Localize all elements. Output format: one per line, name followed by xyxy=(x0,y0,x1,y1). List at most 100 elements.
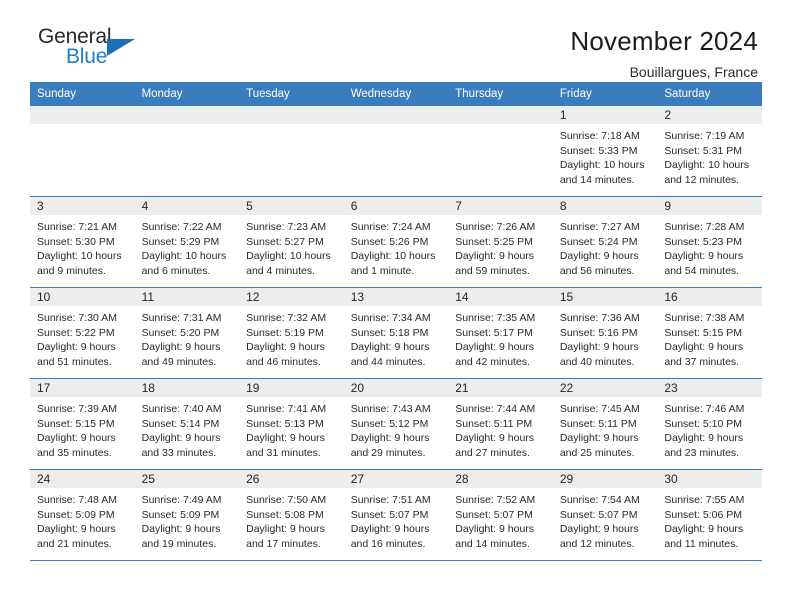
sunset-time: Sunset: 5:30 PM xyxy=(37,235,115,248)
daylight-duration-line1: Daylight: 9 hours xyxy=(141,432,221,445)
calendar-day-cell[interactable]: 6 Sunrise: 7:24 AM Sunset: 5:26 PM Daylight… xyxy=(343,196,449,288)
daylight-duration-line1: Daylight: 9 hours xyxy=(37,523,116,536)
sunset-time: Sunset: 5:09 PM xyxy=(37,508,115,521)
calendar-day-cell[interactable]: 3 Sunrise: 7:21 AM Sunset: 5:30 PM Daylight… xyxy=(30,196,135,288)
daylight-duration-line1: Daylight: 9 hours xyxy=(455,341,535,354)
calendar-day-cell[interactable]: 25 Sunrise: 7:49 AM Sunset: 5:09 PM Dayligh… xyxy=(134,469,240,561)
sunrise-time: Sunrise: 7:36 AM xyxy=(559,312,640,324)
day-number: 7 xyxy=(448,197,553,215)
daylight-duration-line1: Daylight: 9 hours xyxy=(37,432,116,445)
day-sun-info: Sunrise: 7:30 AM Sunset: 5:22 PM Daylight:… xyxy=(30,306,135,369)
calendar-day-cell[interactable]: 10 Sunrise: 7:30 AM Sunset: 5:22 PM Dayligh… xyxy=(30,287,135,379)
day-number: 26 xyxy=(239,470,344,488)
sunrise-time: Sunrise: 7:30 AM xyxy=(37,312,117,324)
day-number xyxy=(448,106,553,124)
daylight-duration-line1: Daylight: 9 hours xyxy=(246,432,325,445)
day-number: 18 xyxy=(134,379,240,397)
calendar-week-row: 10 Sunrise: 7:30 AM Sunset: 5:22 PM Dayligh… xyxy=(30,287,762,379)
daylight-duration-line1: Daylight: 9 hours xyxy=(559,341,639,354)
day-number: 24 xyxy=(30,470,135,488)
daylight-duration-line2: and 19 minutes. xyxy=(141,537,217,550)
sunset-time: Sunset: 5:24 PM xyxy=(559,235,638,248)
calendar-day-cell[interactable]: 7 Sunrise: 7:26 AM Sunset: 5:25 PM Daylight… xyxy=(448,196,553,288)
daylight-duration-line2: and 33 minutes. xyxy=(141,446,217,459)
day-number: 22 xyxy=(552,379,658,397)
calendar-day-cell[interactable]: 28 Sunrise: 7:52 AM Sunset: 5:07 PM Dayligh… xyxy=(448,469,553,561)
sunset-time: Sunset: 5:07 PM xyxy=(350,508,429,521)
daylight-duration-line2: and 16 minutes. xyxy=(350,537,426,550)
calendar-day-cell[interactable]: 2 Sunrise: 7:19 AM Sunset: 5:31 PM Daylight… xyxy=(657,106,762,197)
calendar-day-cell[interactable]: 14 Sunrise: 7:35 AM Sunset: 5:17 PM Dayligh… xyxy=(448,287,553,379)
calendar-week-row: 1 Sunrise: 7:18 AM Sunset: 5:33 PM Daylight… xyxy=(30,106,762,197)
daylight-duration-line1: Daylight: 9 hours xyxy=(141,341,221,354)
daylight-duration-line1: Daylight: 10 hours xyxy=(141,250,227,263)
daylight-duration-line1: Daylight: 9 hours xyxy=(350,341,430,354)
calendar-day-cell[interactable]: 15 Sunrise: 7:36 AM Sunset: 5:16 PM Dayligh… xyxy=(552,287,658,379)
calendar-cell-empty xyxy=(448,106,553,197)
sunset-time: Sunset: 5:23 PM xyxy=(664,235,743,248)
calendar-day-cell[interactable]: 22 Sunrise: 7:45 AM Sunset: 5:11 PM Dayligh… xyxy=(552,378,658,470)
daylight-duration-line2: and 11 minutes. xyxy=(664,537,739,550)
calendar-day-cell[interactable]: 1 Sunrise: 7:18 AM Sunset: 5:33 PM Daylight… xyxy=(552,106,658,197)
daylight-duration-line1: Daylight: 9 hours xyxy=(350,523,430,536)
weekday-header-saturday: Saturday xyxy=(657,82,762,106)
calendar-day-cell[interactable]: 23 Sunrise: 7:46 AM Sunset: 5:10 PM Dayligh… xyxy=(657,378,762,470)
day-sun-info: Sunrise: 7:24 AM Sunset: 5:26 PM Daylight:… xyxy=(344,215,449,278)
calendar-day-cell[interactable]: 17 Sunrise: 7:39 AM Sunset: 5:15 PM Dayligh… xyxy=(30,378,135,470)
sunrise-time: Sunrise: 7:38 AM xyxy=(664,312,745,324)
calendar-day-cell[interactable]: 5 Sunrise: 7:23 AM Sunset: 5:27 PM Daylight… xyxy=(239,196,344,288)
weekday-header-tuesday: Tuesday xyxy=(239,82,344,106)
calendar-day-cell[interactable]: 29 Sunrise: 7:54 AM Sunset: 5:07 PM Dayligh… xyxy=(552,469,658,561)
sunrise-time: Sunrise: 7:26 AM xyxy=(455,221,536,233)
calendar-day-cell[interactable]: 18 Sunrise: 7:40 AM Sunset: 5:14 PM Dayligh… xyxy=(134,378,240,470)
calendar-day-cell[interactable]: 20 Sunrise: 7:43 AM Sunset: 5:12 PM Dayligh… xyxy=(343,378,449,470)
daylight-duration-line2: and 51 minutes. xyxy=(37,355,112,368)
day-number: 8 xyxy=(552,197,658,215)
daylight-duration-line2: and 29 minutes. xyxy=(350,446,426,459)
sunset-time: Sunset: 5:22 PM xyxy=(37,326,115,339)
day-number: 20 xyxy=(343,379,449,397)
day-sun-info: Sunrise: 7:26 AM Sunset: 5:25 PM Daylight:… xyxy=(448,215,553,278)
daylight-duration-line2: and 27 minutes. xyxy=(455,446,530,459)
daylight-duration-line2: and 14 minutes. xyxy=(559,173,635,186)
calendar-day-cell[interactable]: 8 Sunrise: 7:27 AM Sunset: 5:24 PM Daylight… xyxy=(552,196,658,288)
day-number: 16 xyxy=(657,288,762,306)
sunrise-time: Sunrise: 7:27 AM xyxy=(559,221,640,233)
sunset-time: Sunset: 5:31 PM xyxy=(664,144,743,157)
daylight-duration-line1: Daylight: 9 hours xyxy=(246,523,325,536)
sunrise-time: Sunrise: 7:46 AM xyxy=(664,403,745,415)
day-sun-info: Sunrise: 7:35 AM Sunset: 5:17 PM Daylight:… xyxy=(448,306,553,369)
daylight-duration-line1: Daylight: 9 hours xyxy=(455,250,535,263)
location-subtitle: Bouillargues, France xyxy=(629,64,758,80)
daylight-duration-line1: Daylight: 9 hours xyxy=(559,432,639,445)
day-sun-info: Sunrise: 7:28 AM Sunset: 5:23 PM Daylight:… xyxy=(657,215,762,278)
daylight-duration-line2: and 35 minutes. xyxy=(37,446,112,459)
calendar-day-cell[interactable]: 11 Sunrise: 7:31 AM Sunset: 5:20 PM Dayligh… xyxy=(134,287,240,379)
calendar-day-cell[interactable]: 21 Sunrise: 7:44 AM Sunset: 5:11 PM Dayligh… xyxy=(448,378,553,470)
calendar-day-cell[interactable]: 4 Sunrise: 7:22 AM Sunset: 5:29 PM Daylight… xyxy=(134,196,240,288)
calendar-day-cell[interactable]: 24 Sunrise: 7:48 AM Sunset: 5:09 PM Dayligh… xyxy=(30,469,135,561)
calendar-day-cell[interactable]: 19 Sunrise: 7:41 AM Sunset: 5:13 PM Dayligh… xyxy=(239,378,344,470)
calendar-day-cell[interactable]: 9 Sunrise: 7:28 AM Sunset: 5:23 PM Daylight… xyxy=(657,196,762,288)
day-number: 4 xyxy=(134,197,240,215)
calendar-day-cell[interactable]: 30 Sunrise: 7:55 AM Sunset: 5:06 PM Dayligh… xyxy=(657,469,762,561)
sunrise-time: Sunrise: 7:51 AM xyxy=(350,494,431,506)
sunset-time: Sunset: 5:15 PM xyxy=(664,326,743,339)
calendar-day-cell[interactable]: 26 Sunrise: 7:50 AM Sunset: 5:08 PM Dayligh… xyxy=(239,469,344,561)
day-sun-info: Sunrise: 7:48 AM Sunset: 5:09 PM Daylight:… xyxy=(30,488,135,551)
calendar-day-cell[interactable]: 27 Sunrise: 7:51 AM Sunset: 5:07 PM Dayligh… xyxy=(343,469,449,561)
sunrise-time: Sunrise: 7:44 AM xyxy=(455,403,536,415)
daylight-duration-line2: and 4 minutes. xyxy=(246,264,316,277)
calendar-day-cell[interactable]: 12 Sunrise: 7:32 AM Sunset: 5:19 PM Dayligh… xyxy=(239,287,344,379)
sunrise-time: Sunrise: 7:49 AM xyxy=(141,494,222,506)
day-number: 28 xyxy=(448,470,553,488)
day-number: 12 xyxy=(239,288,344,306)
calendar-day-cell[interactable]: 16 Sunrise: 7:38 AM Sunset: 5:15 PM Dayligh… xyxy=(657,287,762,379)
sunrise-time: Sunrise: 7:19 AM xyxy=(664,130,745,142)
calendar-day-cell[interactable]: 13 Sunrise: 7:34 AM Sunset: 5:18 PM Dayligh… xyxy=(343,287,449,379)
sunrise-time: Sunrise: 7:50 AM xyxy=(246,494,327,506)
day-number: 27 xyxy=(343,470,449,488)
sunrise-time: Sunrise: 7:39 AM xyxy=(37,403,117,415)
sunrise-time: Sunrise: 7:55 AM xyxy=(664,494,745,506)
sunset-time: Sunset: 5:33 PM xyxy=(559,144,638,157)
